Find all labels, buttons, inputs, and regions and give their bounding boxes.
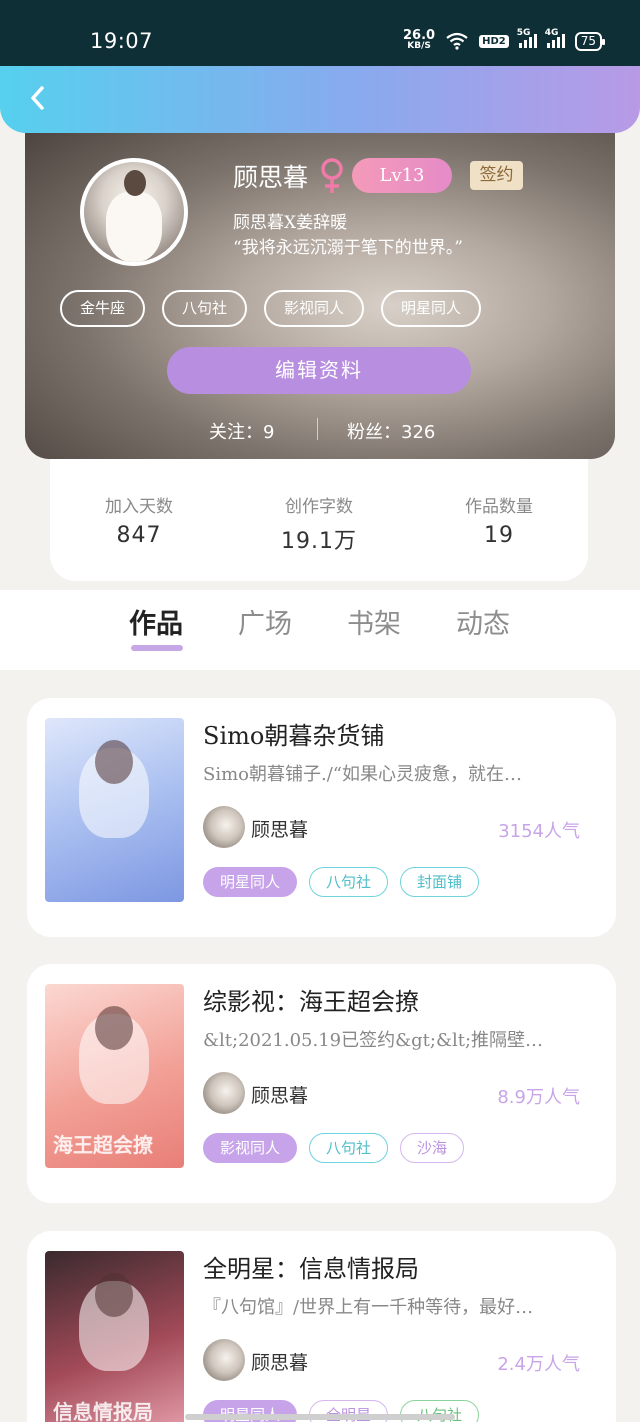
tab-bookshelf[interactable]: 书架 (347, 602, 401, 641)
profile-avatar[interactable] (80, 158, 188, 266)
home-indicator[interactable] (185, 1414, 455, 1420)
author-name: 顾思暮 (251, 1352, 309, 1374)
profile-bio-line2: “我将永远沉溺于笔下的世界。” (233, 238, 463, 258)
stat-label: 创作字数 (285, 497, 353, 517)
profile-header-card: 顾思暮 Lv13 签约 顾思暮X姜辞暖 “我将永远沉溺于笔下的世界。” 金牛座 … (25, 120, 615, 459)
author-name: 顾思暮 (251, 1085, 309, 1107)
profile-tag[interactable]: 金牛座 (60, 290, 146, 327)
profile-tags: 金牛座 八句社 影视同人 明星同人 (60, 290, 482, 327)
signal-4g-label: 4G (544, 28, 559, 38)
profile-tag[interactable]: 明星同人 (381, 290, 482, 327)
work-description: Simo朝暮铺子./“如果心灵疲惫，就在… (203, 764, 522, 785)
work-description: 『八句馆』/世界上有一千种等待，最好… (203, 1297, 534, 1318)
wifi-icon (446, 32, 468, 50)
work-tag[interactable]: 八句社 (309, 867, 389, 897)
status-icons: 26.0 KB/S HD2 5G 4G 75 (403, 28, 606, 52)
work-card[interactable]: 海王超会撩 综影视：海王超会撩 &lt;2021.05.19已签约&gt;&lt… (27, 964, 616, 1203)
work-tag[interactable]: 八句社 (309, 1133, 389, 1163)
profile-tag[interactable]: 八句社 (162, 290, 248, 327)
stat-label: 加入天数 (105, 497, 173, 517)
cover-title-art: 信息情报局 (53, 1400, 153, 1422)
follow-divider (317, 418, 318, 440)
stat-value: 847 (116, 523, 162, 548)
work-description: &lt;2021.05.19已签约&gt;&lt;推隔壁… (203, 1030, 544, 1051)
profile-bio-line1: 顾思暮X姜辞暖 (233, 213, 348, 233)
stats-card: 加入天数 847 创作字数 19.1万 作品数量 19 (50, 440, 588, 581)
work-tags: 明星同人 八句社 封面铺 (203, 867, 480, 897)
following-count[interactable]: 关注：9 (209, 418, 274, 444)
work-cover-image: 信息情报局 (45, 1251, 184, 1422)
stat-value: 19 (484, 523, 514, 548)
author-avatar (203, 806, 245, 848)
follow-stats: 关注：9 粉丝：326 (25, 416, 615, 446)
signal-5g-label: 5G (516, 28, 531, 38)
stat-join-days: 加入天数 847 (64, 492, 214, 548)
popularity-count: 3154人气 (498, 821, 580, 842)
profile-tag[interactable]: 影视同人 (264, 290, 365, 327)
edit-profile-button[interactable]: 编辑资料 (167, 347, 471, 394)
tab-activity[interactable]: 动态 (456, 602, 510, 641)
author-avatar (203, 1072, 245, 1114)
content-tabs: 作品 广场 书架 动态 (0, 590, 640, 670)
work-tags: 影视同人 八句社 沙海 (203, 1133, 465, 1163)
work-card[interactable]: 信息情报局 全明星：信息情报局 『八句馆』/世界上有一千种等待，最好… 顾思暮 … (27, 1231, 616, 1422)
author-avatar (203, 1339, 245, 1381)
author-name: 顾思暮 (251, 819, 309, 841)
cover-title-art: 海王超会撩 (53, 1133, 153, 1157)
work-cover-image (45, 718, 184, 902)
stat-label: 作品数量 (465, 497, 533, 517)
profile-name: 顾思暮 (233, 163, 309, 192)
popularity-count: 2.4万人气 (497, 1354, 580, 1375)
work-title: Simo朝暮杂货铺 (203, 722, 385, 750)
back-arrow-icon (31, 86, 44, 110)
level-badge: Lv13 (352, 158, 452, 193)
hd-voice-badge: HD2 (479, 34, 509, 48)
active-tab-indicator (131, 645, 183, 651)
network-speed-value: 26.0 (403, 28, 436, 43)
stat-works-count: 作品数量 19 (424, 492, 574, 548)
signal-4g-icon: 4G (545, 28, 565, 48)
top-nav-bar (0, 66, 640, 133)
battery-icon: 75 (574, 31, 606, 51)
work-tag[interactable]: 影视同人 (203, 1133, 298, 1163)
popularity-count: 8.9万人气 (497, 1087, 580, 1108)
work-tag[interactable]: 沙海 (400, 1133, 465, 1163)
signed-author-badge: 签约 (470, 161, 523, 190)
work-tag[interactable]: 封面铺 (400, 867, 480, 897)
work-cover-image: 海王超会撩 (45, 984, 184, 1168)
female-icon (321, 158, 343, 193)
network-speed-unit: KB/S (407, 41, 431, 51)
tab-works[interactable]: 作品 (129, 602, 183, 641)
status-bar: 19:07 26.0 KB/S HD2 5G 4G 75 (0, 0, 640, 68)
back-button[interactable] (20, 80, 56, 116)
tab-square[interactable]: 广场 (238, 602, 292, 641)
network-speed: 26.0 KB/S (403, 28, 436, 52)
stat-value: 19.1万 (281, 529, 357, 554)
fans-count[interactable]: 粉丝：326 (347, 418, 435, 444)
status-time: 19:07 (90, 29, 154, 53)
stat-word-count: 创作字数 19.1万 (244, 492, 394, 555)
work-title: 综影视：海王超会撩 (203, 988, 419, 1016)
work-tag[interactable]: 明星同人 (203, 867, 298, 897)
work-title: 全明星：信息情报局 (203, 1255, 419, 1283)
signal-5g-icon: 5G (517, 28, 537, 48)
work-card[interactable]: Simo朝暮杂货铺 Simo朝暮铺子./“如果心灵疲惫，就在… 顾思暮 3154… (27, 698, 616, 937)
